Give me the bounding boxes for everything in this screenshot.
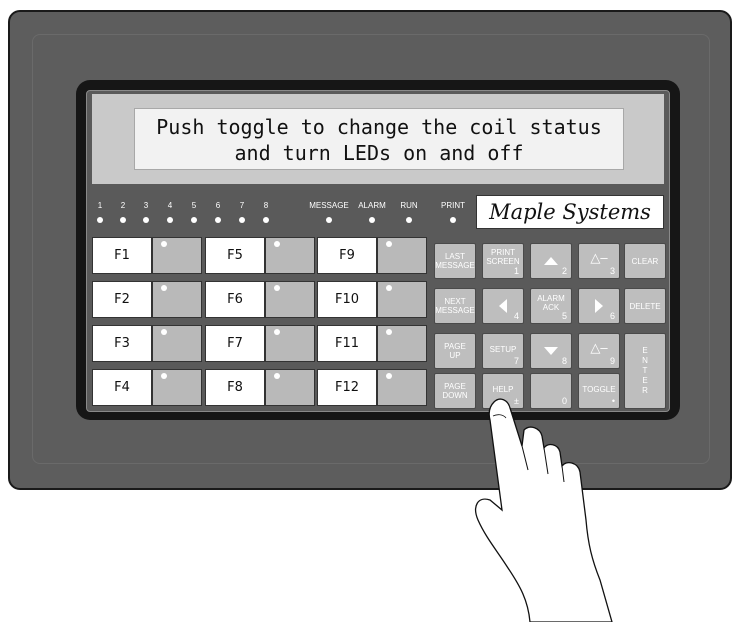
pointing-hand-icon	[475, 398, 613, 622]
